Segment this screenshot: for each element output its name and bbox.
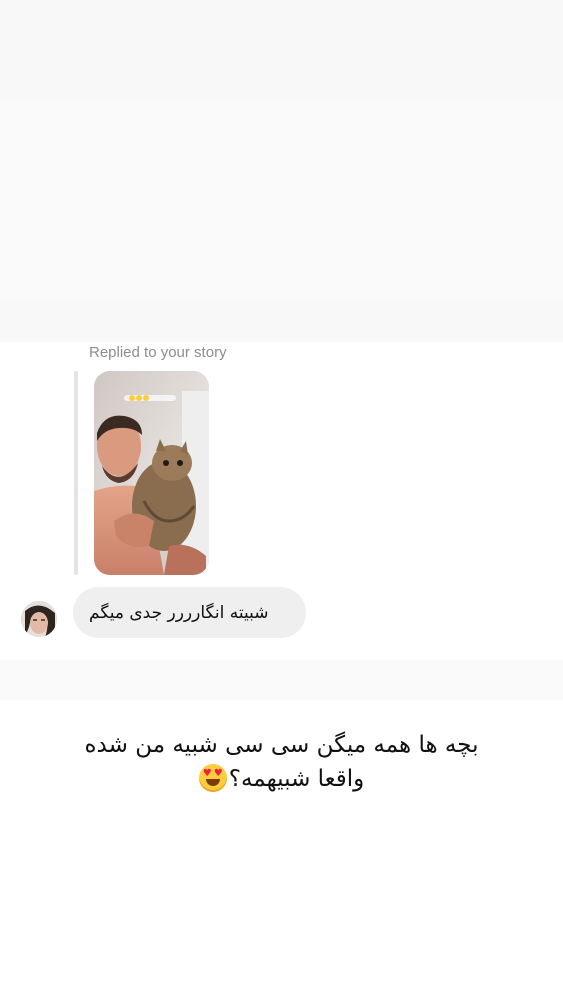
caption-line-1: بچه ها همه میگن سی سی شبیه من شده [84, 732, 479, 758]
reply-indicator-bar [74, 371, 78, 575]
replied-label: Replied to your story [89, 344, 227, 361]
story-thumbnail[interactable] [94, 371, 209, 575]
blank-area [0, 100, 563, 300]
blank-area [0, 300, 563, 342]
message-bubble[interactable]: شبیته انگارررر جدی میگم [73, 587, 306, 638]
blank-area [0, 660, 563, 700]
message-text: شبیته انگارررر جدی میگم [89, 602, 269, 623]
caption-line-2: واقعا شبیهمه؟ ♥ ♥ [40, 762, 523, 796]
caption-line-2-text: واقعا شبیهمه؟ [228, 766, 365, 792]
story-photo-icon [94, 371, 209, 575]
story-caption: بچه ها همه میگن سی سی شبیه من شده واقعا … [40, 728, 523, 796]
heart-eyes-emoji-icon: ♥ ♥ [198, 764, 227, 792]
user-avatar[interactable] [21, 601, 57, 637]
avatar-icon [21, 601, 57, 637]
top-blank-area [0, 0, 563, 100]
